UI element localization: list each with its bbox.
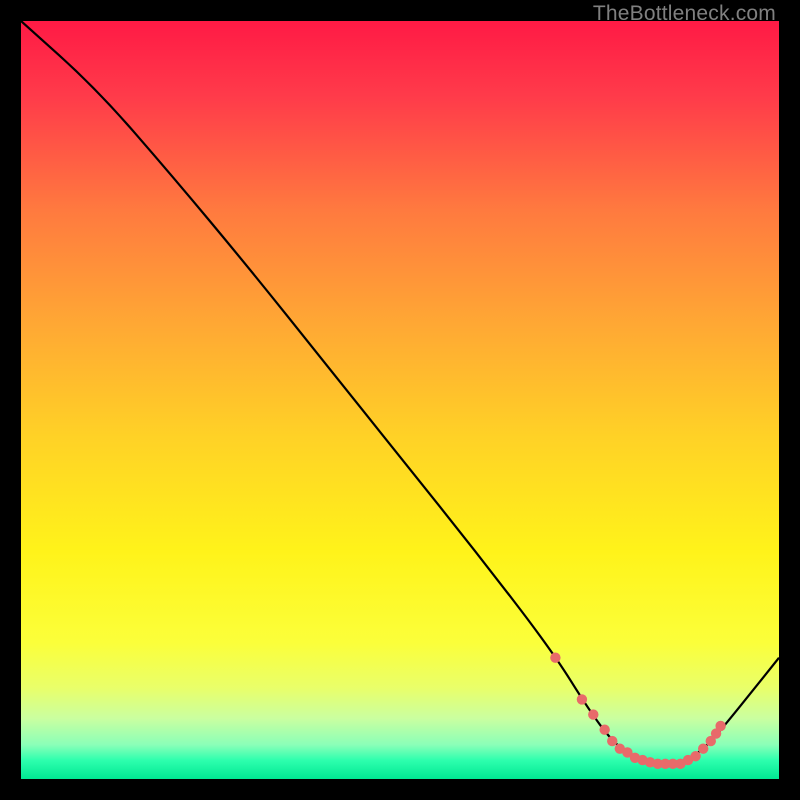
- highlight-dot: [715, 721, 725, 731]
- highlight-dot: [698, 743, 708, 753]
- curve-layer: [21, 21, 779, 779]
- plot-area: [21, 21, 779, 779]
- highlight-dot: [690, 751, 700, 761]
- highlight-dot: [607, 736, 617, 746]
- highlight-dot: [599, 725, 609, 735]
- chart-stage: TheBottleneck.com: [0, 0, 800, 800]
- highlight-dot: [577, 694, 587, 704]
- highlight-dot: [550, 653, 560, 663]
- bottleneck-curve: [21, 21, 779, 764]
- highlight-dots: [550, 653, 726, 770]
- watermark-text: TheBottleneck.com: [593, 2, 776, 26]
- highlight-dot: [588, 709, 598, 719]
